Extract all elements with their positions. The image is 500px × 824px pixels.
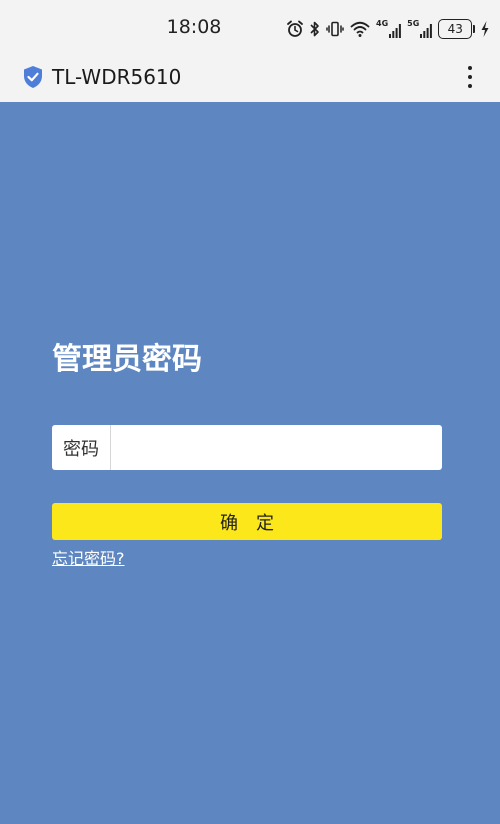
vibrate-icon xyxy=(326,21,344,37)
signal-bars-icon xyxy=(420,24,433,38)
login-page: 管理员密码 密码 确定 忘记密码? xyxy=(0,102,500,824)
status-icons: 4G 5G 43 xyxy=(286,18,490,40)
charging-icon xyxy=(481,21,489,37)
forgot-password-link[interactable]: 忘记密码? xyxy=(52,548,125,570)
more-menu-button[interactable] xyxy=(456,62,484,92)
password-field: 密码 xyxy=(52,425,442,470)
page-address[interactable]: TL-WDR5610 xyxy=(52,65,181,89)
browser-toolbar: TL-WDR5610 xyxy=(0,56,500,102)
cellular-5g-indicator: 5G xyxy=(407,19,433,38)
battery-indicator: 43 xyxy=(438,19,476,39)
cellular-4g-label: 4G xyxy=(376,19,389,28)
shield-check-icon[interactable] xyxy=(22,65,44,89)
signal-bars-icon xyxy=(389,24,402,38)
cellular-5g-label: 5G xyxy=(407,19,420,28)
more-vert-icon xyxy=(468,84,472,88)
password-label: 密码 xyxy=(52,425,111,470)
cellular-4g-indicator: 4G xyxy=(376,19,402,38)
bluetooth-icon xyxy=(310,21,319,37)
wifi-icon xyxy=(350,21,370,37)
more-vert-icon xyxy=(468,66,472,70)
more-vert-icon xyxy=(468,75,472,79)
status-bar: 18:08 4G 5G 43 xyxy=(0,0,500,56)
password-input[interactable] xyxy=(111,425,442,470)
alarm-icon xyxy=(287,20,303,37)
confirm-button[interactable]: 确定 xyxy=(52,503,442,540)
page-title: 管理员密码 xyxy=(52,342,202,377)
